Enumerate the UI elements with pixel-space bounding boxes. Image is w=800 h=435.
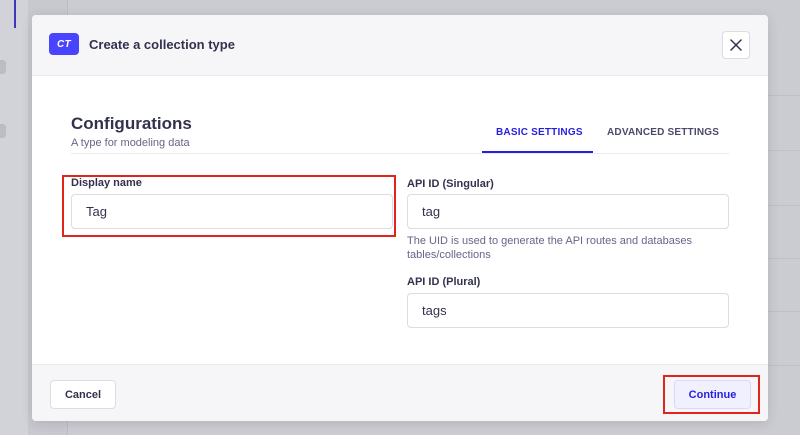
api-id-singular-input[interactable]: tag xyxy=(407,194,729,229)
close-button[interactable] xyxy=(722,31,750,59)
tabs-divider xyxy=(71,153,729,154)
background-row-divider xyxy=(768,365,800,366)
modal-title: Create a collection type xyxy=(89,37,235,52)
api-id-plural-input[interactable]: tags xyxy=(407,293,729,328)
display-name-label: Display name xyxy=(71,177,142,189)
api-id-plural-label: API ID (Plural) xyxy=(407,276,481,288)
configurations-heading: Configurations xyxy=(71,114,192,133)
background-row-divider xyxy=(768,205,800,206)
background-nav-active-indicator xyxy=(14,0,16,28)
modal-footer: Cancel Continue xyxy=(32,364,768,421)
background-row-divider xyxy=(768,150,800,151)
background-nav-chip xyxy=(0,60,6,74)
collection-type-badge: CT xyxy=(49,33,79,55)
background-row-divider xyxy=(768,258,800,259)
display-name-input[interactable]: Tag xyxy=(71,194,393,229)
active-tab-indicator xyxy=(482,151,593,153)
configurations-subtitle: A type for modeling data xyxy=(71,137,190,149)
background-row-divider xyxy=(768,311,800,312)
modal-header: CT Create a collection type xyxy=(32,15,768,76)
close-icon xyxy=(730,39,742,51)
tab-advanced-settings[interactable]: ADVANCED SETTINGS xyxy=(607,127,719,138)
background-nav-chip xyxy=(0,124,6,138)
tab-basic-settings[interactable]: BASIC SETTINGS xyxy=(496,127,583,138)
api-id-singular-label: API ID (Singular) xyxy=(407,178,494,190)
api-id-hint: The UID is used to generate the API rout… xyxy=(407,235,692,261)
create-collection-type-modal: CT Create a collection type Configuratio… xyxy=(32,15,768,421)
continue-button[interactable]: Continue xyxy=(674,380,751,409)
cancel-button[interactable]: Cancel xyxy=(50,380,116,409)
background-row-divider xyxy=(768,95,800,96)
